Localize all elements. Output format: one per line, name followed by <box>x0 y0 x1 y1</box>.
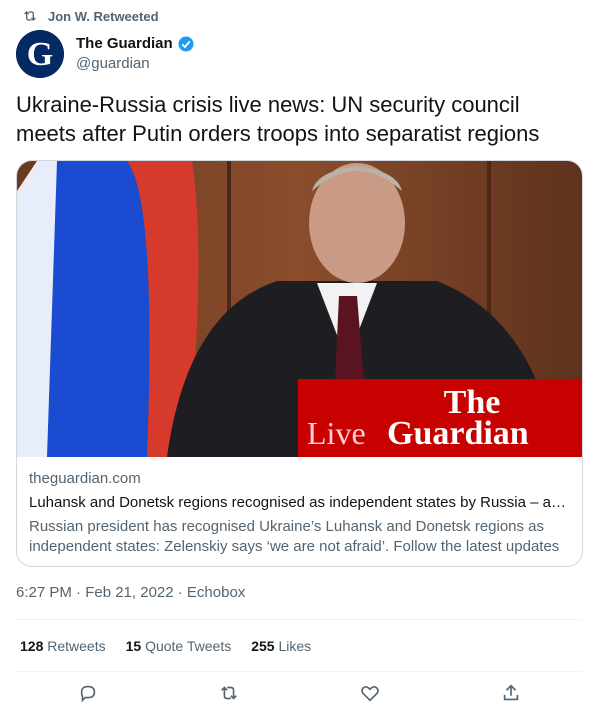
overlay-guardian: Guardian <box>387 415 529 452</box>
author-handle[interactable]: @guardian <box>76 54 195 74</box>
divider <box>16 619 582 620</box>
avatar-letter: G <box>27 36 53 73</box>
action-bar <box>0 682 598 710</box>
tweet-timestamp[interactable]: 6:27 PM · Feb 21, 2022 · Echobox <box>16 584 245 601</box>
likes-stat[interactable]: 255 Likes <box>251 638 311 654</box>
divider <box>16 671 582 672</box>
reply-button[interactable] <box>77 682 99 704</box>
author-block[interactable]: G The Guardian @guardian <box>16 30 195 78</box>
quote-tweets-stat[interactable]: 15 Quote Tweets <box>126 638 232 654</box>
like-button[interactable] <box>359 682 381 704</box>
retweets-stat[interactable]: 128 Retweets <box>20 638 106 654</box>
retweet-context[interactable]: Jon W. Retweeted <box>22 8 159 24</box>
link-card[interactable]: The Live Guardian theguardian.com Luhans… <box>16 160 583 567</box>
retweet-button[interactable] <box>218 682 240 704</box>
card-domain: theguardian.com <box>29 470 141 487</box>
retweet-action-icon <box>221 686 237 700</box>
share-icon <box>503 684 519 701</box>
retweet-icon <box>24 11 36 21</box>
overlay-live: Live <box>307 415 366 451</box>
tweet-stats: 128 Retweets 15 Quote Tweets 255 Likes <box>20 638 311 654</box>
like-icon <box>361 685 379 702</box>
card-image[interactable]: The Live Guardian <box>17 161 582 457</box>
author-name[interactable]: The Guardian <box>76 34 173 54</box>
tweet-text: Ukraine-Russia crisis live news: UN secu… <box>16 92 540 146</box>
card-title: Luhansk and Donetsk regions recognised a… <box>29 494 570 511</box>
share-button[interactable] <box>500 682 522 704</box>
avatar[interactable]: G <box>16 30 64 78</box>
card-description: Russian president has recognised Ukraine… <box>29 518 560 555</box>
verified-icon <box>178 36 194 52</box>
reply-icon <box>80 685 96 703</box>
retweet-label[interactable]: Jon W. Retweeted <box>48 9 159 24</box>
